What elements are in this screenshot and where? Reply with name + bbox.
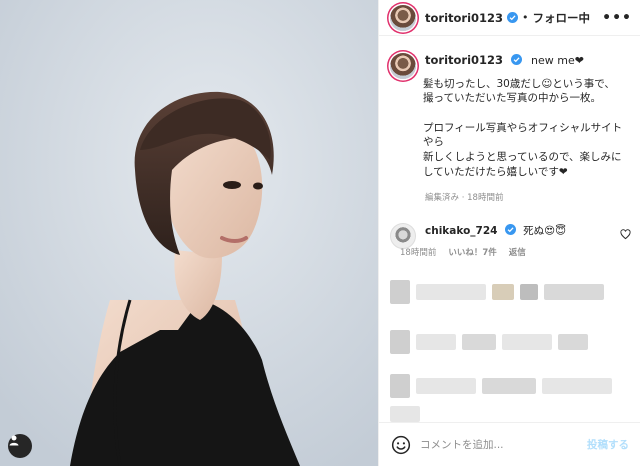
blurred-comment [379, 405, 640, 422]
caption-username[interactable]: toritori0123 [425, 53, 503, 67]
post-photo[interactable] [0, 0, 378, 466]
blurred-text [416, 333, 456, 350]
reply-button[interactable]: 返信 [509, 246, 526, 258]
more-options-icon[interactable]: ••• [602, 10, 632, 26]
caption-first-line: new me❤ [531, 54, 584, 67]
post-side-panel: toritori0123 • フォロー中 ••• toritori0123 ne… [378, 0, 640, 466]
commenter-username[interactable]: chikako_724 [425, 225, 497, 237]
blurred-text [520, 283, 538, 300]
edited-label: 編集済み [425, 193, 460, 204]
caption-text: 髪も切ったし、30歳だし☺という事で、 撮っていただいた写真の中から一枚。 プロ… [423, 77, 623, 178]
comments-area[interactable]: toritori0123 new me❤ 髪も切ったし、30歳だし☺という事で、… [379, 37, 640, 422]
blurred-text [558, 333, 588, 350]
portrait-image [0, 0, 378, 466]
blurred-text [502, 333, 552, 350]
user-tag-icon[interactable] [8, 434, 32, 458]
author-avatar[interactable] [390, 4, 416, 31]
add-comment-bar: 投稿する [379, 422, 640, 466]
verified-badge-icon [504, 223, 516, 235]
verified-badge-icon [510, 54, 522, 65]
blurred-avatar [390, 329, 410, 354]
comment-input[interactable] [420, 438, 587, 451]
comment-likes[interactable]: いいね！7件 [448, 246, 496, 258]
caption-meta: 編集済み · 18時間前 [425, 193, 631, 204]
caption-avatar[interactable] [390, 53, 416, 79]
following-button[interactable]: フォロー中 [533, 10, 591, 26]
separator-dot: • [522, 11, 529, 24]
meta-separator: · [461, 193, 465, 204]
smiley-icon[interactable] [391, 435, 411, 455]
blurred-text [542, 377, 612, 394]
comment-meta: 18時間前 いいね！7件 返信 [400, 246, 620, 258]
blurred-comment [379, 329, 640, 354]
author-username[interactable]: toritori0123 [425, 11, 503, 25]
blurred-text [492, 283, 514, 300]
blurred-avatar [390, 279, 410, 304]
blurred-comment [379, 279, 640, 304]
blurred-text [390, 405, 420, 422]
caption-time[interactable]: 18時間前 [467, 193, 503, 203]
blurred-text [416, 283, 486, 300]
blurred-avatar [390, 373, 410, 398]
comment-time[interactable]: 18時間前 [400, 246, 436, 258]
verified-badge-icon [507, 12, 519, 23]
blurred-text [462, 333, 496, 350]
comment-item: chikako_724 死ぬ😍😇 18時間前 いいね！7件 返信 [379, 205, 640, 258]
blurred-text [544, 283, 604, 300]
post-header: toritori0123 • フォロー中 ••• [379, 0, 640, 36]
comment-text: 死ぬ😍😇 [523, 224, 567, 237]
like-comment-heart-icon[interactable] [620, 228, 631, 240]
blurred-text [416, 377, 476, 394]
caption: toritori0123 new me❤ 髪も切ったし、30歳だし☺という事で、… [379, 37, 640, 205]
post-button[interactable]: 投稿する [587, 437, 629, 452]
blurred-text [482, 377, 536, 394]
blurred-comment [379, 373, 640, 398]
